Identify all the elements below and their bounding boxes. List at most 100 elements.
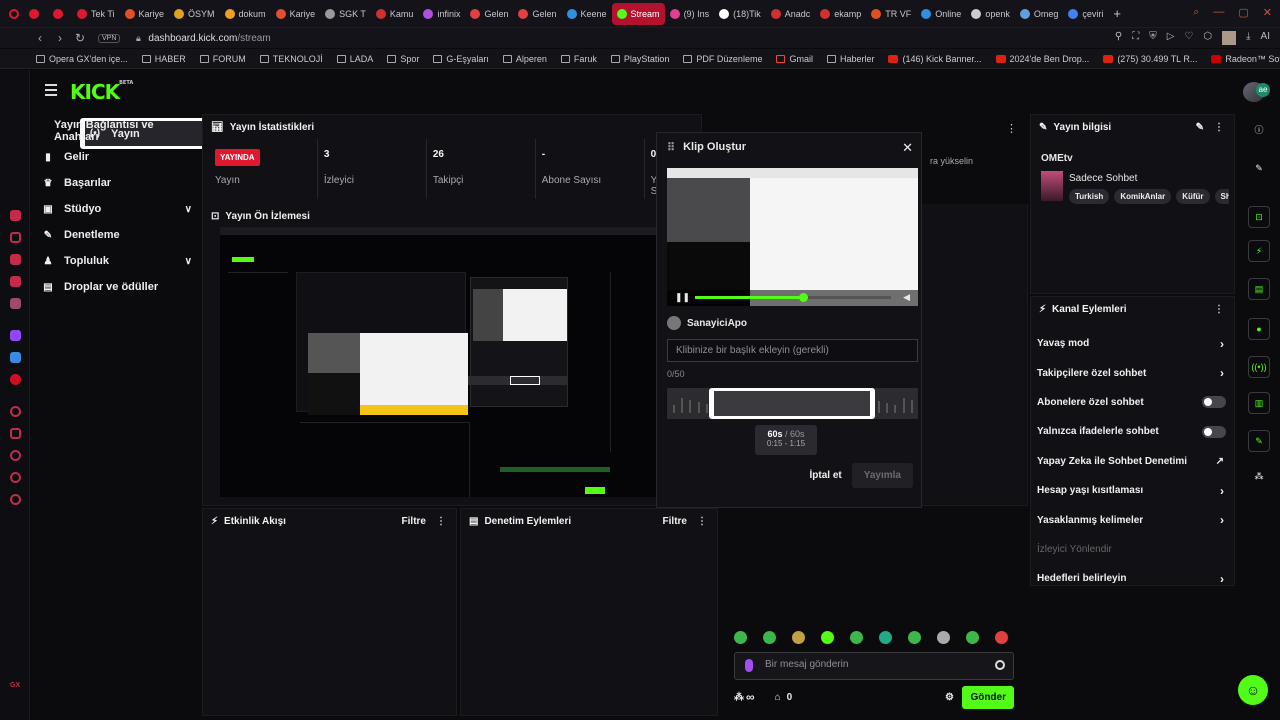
bookmark-item[interactable]: (146) Kick Banner... [882,54,987,64]
browser-tab[interactable]: çeviri [1063,3,1108,25]
nav-item[interactable]: ♟ Topluluk ∨ [38,248,198,274]
stats-menu-icon[interactable]: ⋮ [1006,122,1017,135]
chevron-down-icon[interactable]: ∨ [185,256,192,267]
back-icon[interactable]: ‹ [30,31,50,45]
bookmark-item[interactable]: PlayStation [605,54,676,64]
bookmark-item[interactable]: TEKNOLOJİ [254,54,329,64]
clip-icon[interactable]: ⊡ [1248,206,1270,228]
clip-timeline[interactable] [667,388,918,419]
browser-tab[interactable]: Kariye [271,3,321,25]
help-chat-button[interactable]: ☺ [1238,675,1268,705]
browser-tab[interactable]: Online [916,3,966,25]
gamepad-icon[interactable] [10,276,21,287]
gift-icon[interactable]: ⌂ [775,692,781,703]
bookmark-item[interactable]: FORUM [194,54,252,64]
emote-icon[interactable] [966,631,979,644]
close-icon[interactable]: ✕ [902,140,913,156]
lightning-icon[interactable]: ⚡︎ [1248,240,1270,262]
chevron-right-icon[interactable]: › [1220,513,1224,527]
info-icon[interactable]: ⓘ [1248,120,1270,142]
points-icon[interactable]: ⁂ [734,692,744,703]
emote-icon[interactable] [908,631,921,644]
nav-item[interactable]: ▤ Droplar ve ödüller [38,274,198,300]
nav-item[interactable]: Yayın Bağlantısı ve Anahtarı [38,118,198,144]
vpn-badge[interactable]: VPN [98,33,121,43]
emote-icon[interactable] [850,631,863,644]
category-name[interactable]: Sadece Sohbet [1069,173,1137,184]
download-icon[interactable]: ⤓ [1246,31,1250,45]
more-icon[interactable]: ⋮ [697,516,707,527]
edit-icon[interactable]: ✎ [1196,122,1204,133]
chat-icon[interactable]: ● [1248,318,1270,340]
bookmark-item[interactable]: PDF Düzenleme [677,54,768,64]
extensions-icon[interactable]: ⬡ [1203,31,1212,45]
community-icon[interactable]: ⁂ [1248,466,1270,488]
browser-tab[interactable]: dokum [220,3,271,25]
nav-item[interactable]: ▣ Stüdyo ∨ [38,196,198,222]
channel-action-item[interactable]: Abonelere özel sohbet [1031,388,1234,417]
browser-tab[interactable]: Keene [562,3,612,25]
url-field[interactable]: dashboard.kick.com/stream [148,33,270,44]
bookmark-item[interactable]: Gmail [770,54,819,64]
video-progress[interactable] [695,293,891,302]
emote-icon[interactable] [763,631,776,644]
player-icon[interactable] [10,406,21,417]
browser-tab[interactable]: openk [966,3,1015,25]
snapshot-icon[interactable]: ⛶ [1132,31,1139,45]
chevron-right-icon[interactable]: › [1220,572,1224,586]
chevron-right-icon[interactable]: › [1220,337,1224,351]
video-progress-knob[interactable] [798,293,808,302]
heart-icon[interactable]: ♡ [1184,31,1193,45]
avatar-badge[interactable]: ae [1256,83,1270,97]
bookmark-item[interactable]: Spor [381,54,425,64]
browser-tab[interactable]: ekamp [815,3,866,25]
nav-item[interactable]: ▮ Gelir [38,144,198,170]
bag-icon[interactable] [10,254,21,265]
messenger-icon[interactable] [10,352,21,363]
emote-icon[interactable] [995,631,1008,644]
chevron-down-icon[interactable]: ∨ [185,204,192,215]
filter-button[interactable]: Filtre [402,516,426,527]
browser-tab[interactable]: ÖSYM [169,3,220,25]
channel-action-item[interactable]: Hedefleri belirleyin › [1031,564,1234,593]
clip-video-player[interactable]: ❚❚ ◀︎ [667,168,918,306]
drag-handle-icon[interactable]: ⠿ [667,141,675,154]
browser-tab[interactable]: Kariye [120,3,170,25]
more-icon[interactable]: ⋮ [1214,304,1224,315]
browser-tab[interactable]: SGK T [320,3,371,25]
gx-controls-icon[interactable] [10,210,21,221]
emote-icon[interactable] [734,631,747,644]
filter-button[interactable]: Filtre [663,516,687,527]
minimize-icon[interactable]: — [1213,6,1224,19]
emoji-icon[interactable] [995,660,1005,670]
browser-tab[interactable]: Omeg [1015,3,1064,25]
stream-tag[interactable]: Turkish [1069,189,1110,204]
send-icon[interactable] [10,428,21,439]
forward-icon[interactable]: › [50,31,70,45]
chevron-right-icon[interactable]: › [1220,484,1224,498]
pencil-icon[interactable]: ✎ [1248,158,1270,180]
stream-tag[interactable]: Küfür [1176,189,1210,204]
pause-icon[interactable]: ❚❚ [675,292,690,303]
settings-icon[interactable] [10,494,21,505]
bookmark-item[interactable]: Haberler [821,54,881,64]
broadcast-icon[interactable]: ((•)) [1248,356,1270,378]
cancel-button[interactable]: İptal et [810,470,842,481]
emote-icon[interactable] [937,631,950,644]
shield-icon[interactable]: ⛨ [1149,31,1157,45]
browser-tab[interactable]: Stream [611,2,665,25]
notes-icon[interactable]: ▤ [1248,278,1270,300]
bookmark-item[interactable]: LADA [331,54,380,64]
menu-icon[interactable] [45,84,57,96]
play-icon[interactable]: ▷ [1167,31,1175,45]
volume-icon[interactable]: ◀︎ [903,292,910,303]
emote-icon[interactable] [821,631,834,644]
profile-avatar[interactable] [1222,31,1237,45]
twitch-icon[interactable] [10,330,21,341]
channel-action-item[interactable]: Yasaklanmış kelimeler › [1031,505,1234,534]
pin-icon[interactable]: ⚲ [1115,31,1122,45]
browser-tab[interactable]: Gelen [513,3,561,25]
clip-title-input[interactable] [667,339,918,362]
refresh-icon[interactable] [10,232,21,243]
chat-bubble-icon[interactable] [10,472,21,483]
